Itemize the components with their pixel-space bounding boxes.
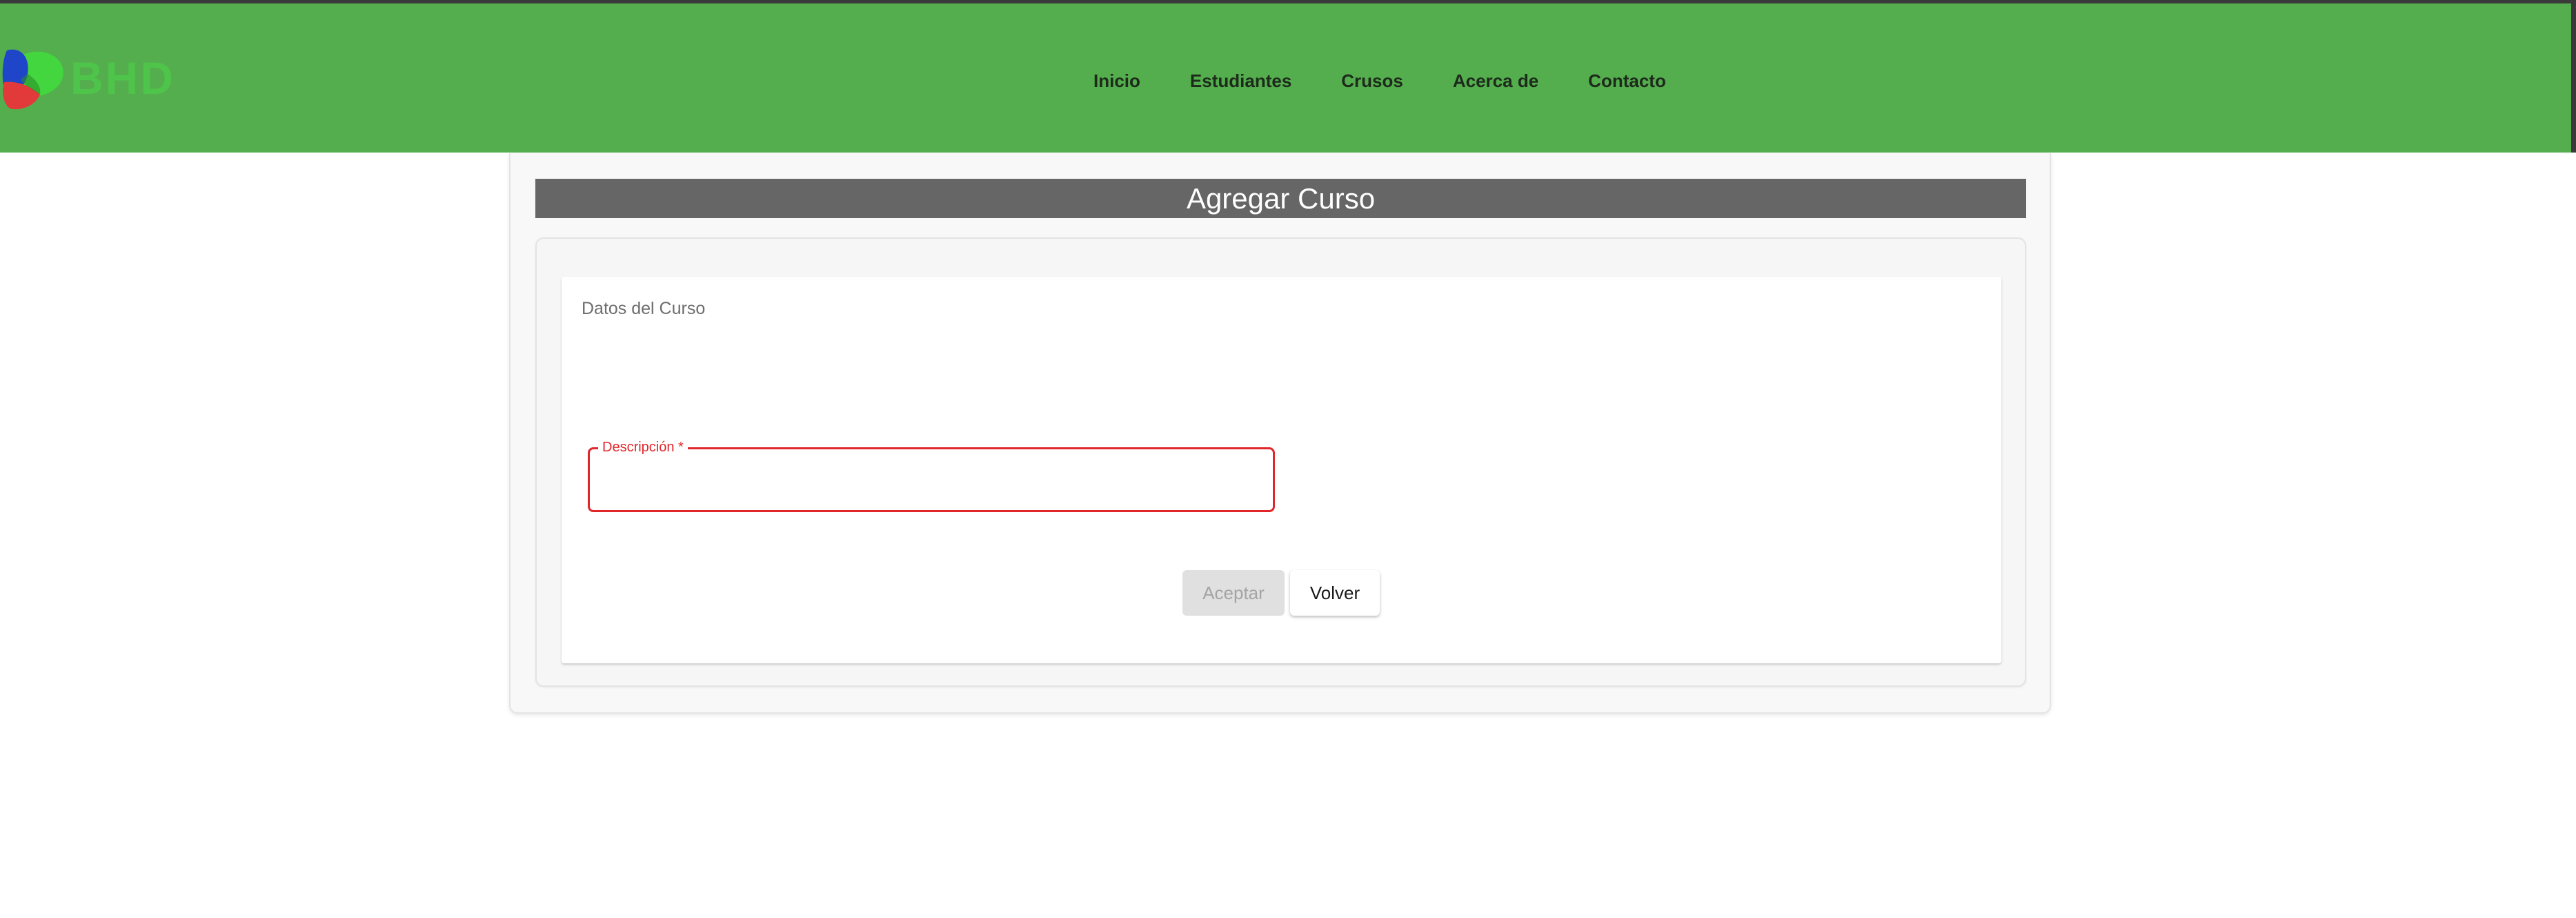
top-navbar: BHD Inicio Estudiantes Crusos Acerca de … xyxy=(0,0,2576,153)
main-card: Agregar Curso Datos del Curso Descripció… xyxy=(509,153,2051,714)
accept-button[interactable]: Aceptar xyxy=(1182,570,1285,616)
nav-item-inicio[interactable]: Inicio xyxy=(1093,66,1140,96)
back-button[interactable]: Volver xyxy=(1290,570,1380,616)
brand-logo[interactable]: BHD xyxy=(0,43,186,113)
main-nav: Inicio Estudiantes Crusos Acerca de Cont… xyxy=(1093,66,1666,96)
description-input[interactable] xyxy=(602,467,1258,495)
description-field[interactable]: Descripción * xyxy=(588,438,1275,512)
form-panel: Datos del Curso Descripción * Aceptar Vo… xyxy=(535,237,2026,687)
page-title: Agregar Curso xyxy=(535,179,2026,218)
nav-item-cursos[interactable]: Crusos xyxy=(1341,66,1403,96)
nav-item-contacto[interactable]: Contacto xyxy=(1588,66,1666,96)
bhd-logo-icon xyxy=(2,49,63,110)
description-field-label: Descripción * xyxy=(598,438,688,456)
section-label: Datos del Curso xyxy=(582,299,706,318)
course-form: Datos del Curso Descripción * Aceptar Vo… xyxy=(562,277,2001,663)
nav-item-estudiantes[interactable]: Estudiantes xyxy=(1190,66,1291,96)
brand-name: BHD xyxy=(70,52,175,104)
nav-item-acerca-de[interactable]: Acerca de xyxy=(1453,66,1538,96)
